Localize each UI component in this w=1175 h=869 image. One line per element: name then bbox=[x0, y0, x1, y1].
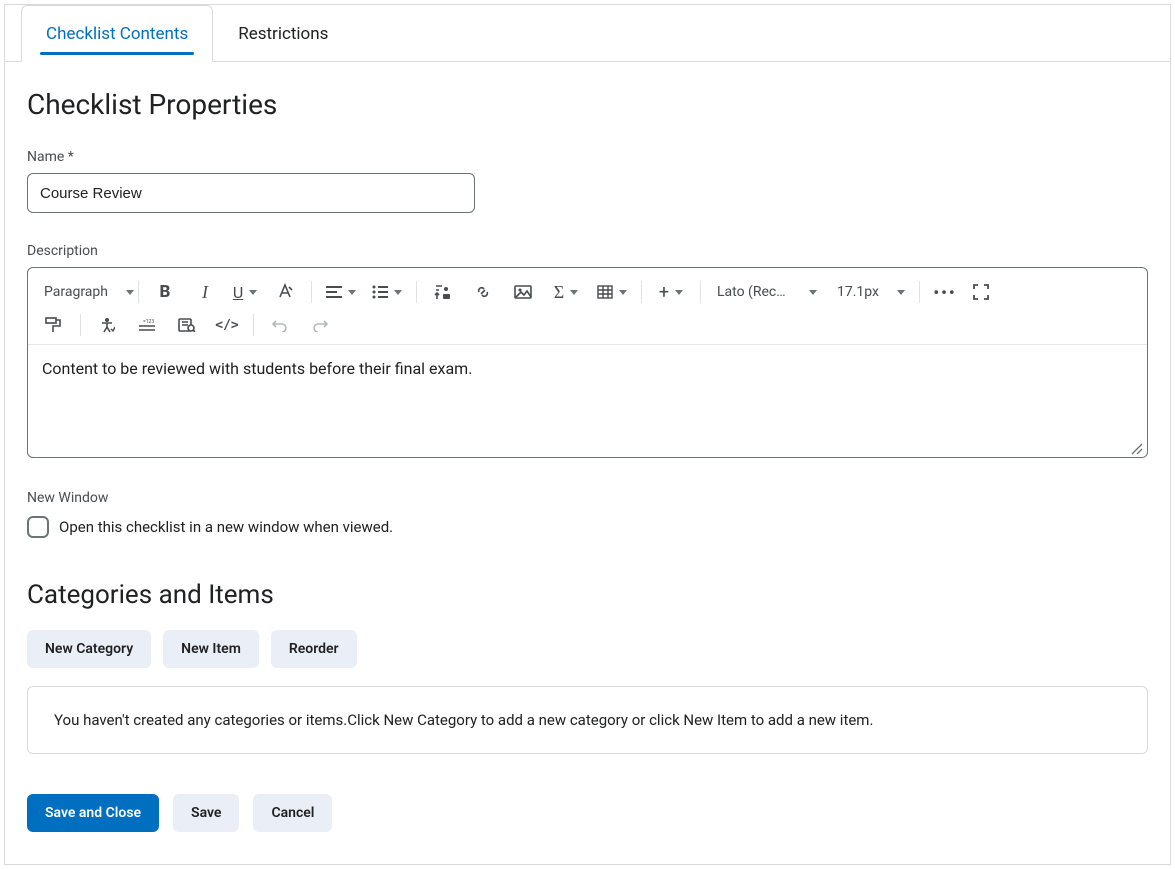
select-label: Paragraph bbox=[44, 284, 108, 300]
new-window-row: Open this checklist in a new window when… bbox=[27, 516, 1148, 538]
reorder-button[interactable]: Reorder bbox=[271, 630, 357, 668]
bold-button[interactable]: B bbox=[145, 276, 185, 308]
more-actions-button[interactable]: ••• bbox=[926, 276, 964, 308]
font-size-select[interactable]: 17.1px bbox=[827, 276, 913, 308]
tab-bar: Checklist Contents Restrictions bbox=[5, 5, 1170, 62]
ellipsis-icon: ••• bbox=[933, 283, 956, 302]
accessibility-checker-button[interactable] bbox=[87, 309, 127, 341]
preview-button[interactable] bbox=[167, 309, 207, 341]
empty-state-message: You haven't created any categories or it… bbox=[27, 686, 1148, 754]
font-family-select[interactable]: Lato (Recomm… bbox=[707, 276, 827, 308]
insert-more-button[interactable]: + bbox=[648, 276, 694, 308]
equation-button[interactable]: Σ bbox=[543, 276, 589, 308]
button-label: Save and Close bbox=[45, 805, 141, 821]
new-window-checkbox[interactable] bbox=[27, 516, 49, 538]
button-label: Save bbox=[191, 805, 221, 821]
italic-button[interactable]: I bbox=[185, 276, 225, 308]
separator bbox=[80, 314, 81, 336]
select-label: Lato (Recomm… bbox=[717, 284, 791, 300]
chevron-down-icon bbox=[809, 290, 817, 295]
chevron-down-icon bbox=[126, 290, 134, 295]
tab-checklist-contents[interactable]: Checklist Contents bbox=[21, 5, 213, 62]
button-label: New Item bbox=[181, 641, 241, 657]
select-label: 17.1px bbox=[837, 284, 879, 300]
button-label: New Category bbox=[45, 641, 133, 657]
footer-buttons: Save and Close Save Cancel bbox=[27, 794, 1148, 832]
description-label: Description bbox=[27, 243, 1148, 259]
new-window-text: Open this checklist in a new window when… bbox=[59, 518, 393, 536]
separator bbox=[253, 314, 254, 336]
tab-restrictions[interactable]: Restrictions bbox=[213, 5, 353, 61]
tab-content: Checklist Properties Name * Description … bbox=[5, 62, 1170, 852]
chevron-down-icon bbox=[394, 290, 402, 295]
align-button[interactable] bbox=[318, 276, 364, 308]
new-item-button[interactable]: New Item bbox=[163, 630, 259, 668]
chevron-down-icon bbox=[249, 290, 257, 295]
tab-label: Checklist Contents bbox=[46, 24, 188, 44]
chevron-down-icon bbox=[570, 290, 578, 295]
chevron-down-icon bbox=[675, 290, 683, 295]
source-code-button[interactable]: </> bbox=[207, 309, 247, 341]
toolbar-row-2: =123 </> bbox=[34, 310, 1141, 344]
cancel-button[interactable]: Cancel bbox=[253, 794, 332, 832]
table-button[interactable] bbox=[589, 276, 635, 308]
editor-toolbar: Paragraph B I U bbox=[28, 268, 1147, 345]
chevron-down-icon bbox=[619, 290, 627, 295]
separator bbox=[138, 281, 139, 303]
editor-textarea[interactable]: Content to be reviewed with students bef… bbox=[28, 345, 1147, 457]
undo-button[interactable] bbox=[260, 309, 300, 341]
separator bbox=[919, 281, 920, 303]
separator bbox=[311, 281, 312, 303]
tab-label: Restrictions bbox=[238, 24, 328, 44]
page-container: Checklist Contents Restrictions Checklis… bbox=[4, 4, 1171, 865]
resize-handle-icon[interactable] bbox=[1129, 441, 1143, 455]
image-button[interactable] bbox=[503, 276, 543, 308]
page-title: Checklist Properties bbox=[27, 88, 1148, 121]
category-buttons: New Category New Item Reorder bbox=[27, 630, 1148, 668]
insert-stuff-button[interactable] bbox=[423, 276, 463, 308]
font-color-button[interactable] bbox=[265, 276, 305, 308]
toolbar-row-1: Paragraph B I U bbox=[34, 274, 1141, 310]
underline-button[interactable]: U bbox=[225, 276, 265, 308]
new-window-label: New Window bbox=[27, 490, 1148, 506]
save-and-close-button[interactable]: Save and Close bbox=[27, 794, 159, 832]
link-button[interactable] bbox=[463, 276, 503, 308]
separator bbox=[700, 281, 701, 303]
list-button[interactable] bbox=[364, 276, 410, 308]
word-count-button[interactable]: =123 bbox=[127, 309, 167, 341]
separator bbox=[416, 281, 417, 303]
chevron-down-icon bbox=[897, 290, 905, 295]
categories-heading: Categories and Items bbox=[27, 580, 1148, 610]
button-label: Reorder bbox=[289, 641, 339, 657]
separator bbox=[641, 281, 642, 303]
fullscreen-button[interactable] bbox=[964, 276, 998, 308]
new-category-button[interactable]: New Category bbox=[27, 630, 151, 668]
save-button[interactable]: Save bbox=[173, 794, 239, 832]
empty-state-text: You haven't created any categories or it… bbox=[54, 711, 873, 729]
button-label: Cancel bbox=[271, 805, 314, 821]
name-input[interactable] bbox=[27, 173, 475, 213]
name-label: Name * bbox=[27, 149, 1148, 165]
rich-text-editor: Paragraph B I U bbox=[27, 267, 1148, 458]
svg-text:=123: =123 bbox=[143, 319, 154, 325]
format-painter-button[interactable] bbox=[34, 309, 74, 341]
chevron-down-icon bbox=[348, 290, 356, 295]
redo-button[interactable] bbox=[300, 309, 340, 341]
editor-content: Content to be reviewed with students bef… bbox=[42, 359, 472, 378]
paragraph-style-select[interactable]: Paragraph bbox=[34, 276, 132, 308]
